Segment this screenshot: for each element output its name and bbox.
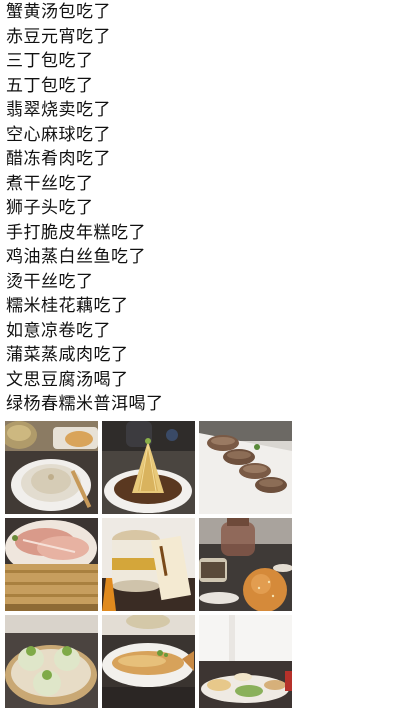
post-line: 糯米桂花藕吃了 [6,296,129,316]
post-line: 蟹黄汤包吃了 [6,2,111,22]
tea-tin-photo[interactable] [102,518,195,611]
post-line: 空心麻球吃了 [6,124,111,145]
shredded-tofu-tower-photo[interactable] [102,421,195,514]
post-line: 烫干丝吃了 [6,271,94,292]
post-line: 煮干丝吃了 [6,173,94,194]
jade-shaomai-photo[interactable] [5,615,98,708]
jade-shaomai-image [5,615,98,708]
tea-tin-image [102,518,195,611]
cured-pork-steamer-photo[interactable] [5,518,98,611]
rice-cake-photo[interactable] [199,421,292,514]
post-line: 三丁包吃了 [6,51,94,71]
steamed-fish-photo[interactable] [102,615,195,708]
photo-grid [5,421,295,712]
sesame-ball-teapot-image [199,518,292,611]
cured-pork-steamer-image [5,518,98,611]
post-line: 翡翠烧卖吃了 [6,100,111,120]
post-line: 赤豆元宵吃了 [6,26,111,47]
post-line: 如意凉卷吃了 [6,320,111,341]
rice-cake-image [199,421,292,514]
sesame-ball-teapot-photo[interactable] [199,518,292,611]
post-text: 蟹黄汤包吃了 赤豆元宵吃了 三丁包吃了 五丁包吃了 翡翠烧卖吃了 空心麻球吃了 … [6,0,394,417]
post-line: 醋冻肴肉吃了 [6,149,111,169]
table-spread-photo[interactable] [199,615,292,708]
table-spread-image [199,615,292,708]
post-line: 五丁包吃了 [6,75,94,96]
post-line: 蒲菜蒸咸肉吃了 [6,345,129,365]
post-line: 鸡油蒸白丝鱼吃了 [6,247,146,267]
soup-dumpling-photo[interactable] [5,421,98,514]
shredded-tofu-tower-image [102,421,195,514]
post-line: 绿杨春糯米普洱喝了 [6,394,164,414]
post-line: 文思豆腐汤喝了 [6,369,129,390]
post-line: 手打脆皮年糕吃了 [6,222,146,243]
steamed-fish-image [102,615,195,708]
post-line: 狮子头吃了 [6,198,94,218]
soup-dumpling-image [5,421,98,514]
